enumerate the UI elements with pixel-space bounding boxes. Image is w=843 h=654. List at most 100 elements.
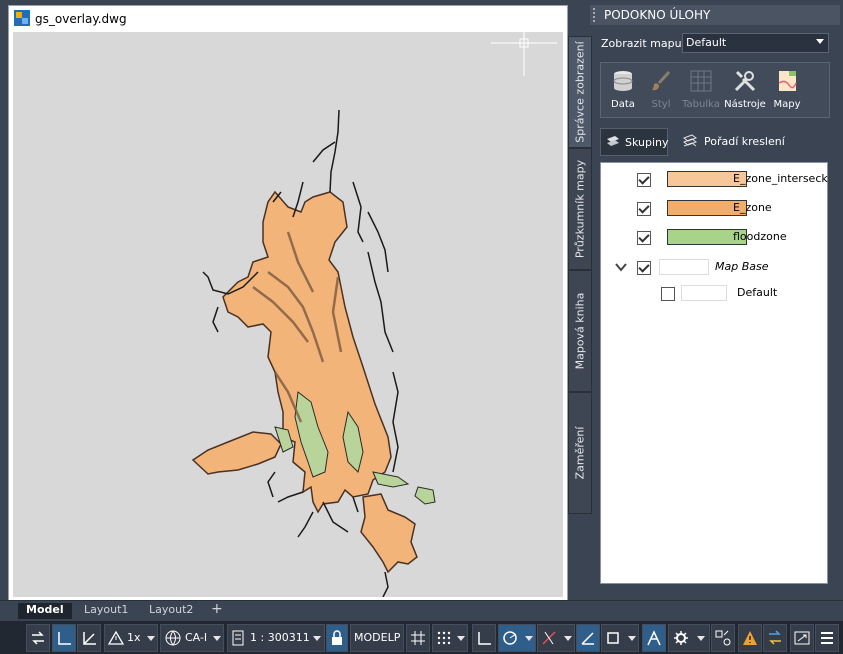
polar-button[interactable]: [498, 624, 536, 652]
crosshair-cursor: [491, 32, 557, 76]
task-pane-title: PODOKNO ÚLOHY: [604, 8, 711, 22]
snap-dots-icon: [437, 631, 451, 645]
osnap-icon: [607, 632, 619, 644]
layer-name: floodzone: [733, 230, 787, 243]
annotation-scale-value: 1x: [127, 631, 141, 644]
annotation-visibility-button[interactable]: [642, 624, 666, 652]
display-manager-toolbar: Data Styl Tabulka Nástroje Mapy: [600, 62, 830, 118]
map-scale-value: 1 : 300311: [250, 631, 310, 644]
map-select-value: Default: [686, 36, 727, 49]
object-snap-button[interactable]: [601, 624, 639, 652]
layer-row[interactable]: E_zone: [601, 196, 827, 220]
hamburger-menu-icon: [821, 632, 833, 644]
fullscreen-icon: [794, 631, 810, 645]
lock-icon: [332, 630, 342, 645]
map-scale-button[interactable]: 1 : 300311: [227, 624, 325, 652]
warning-icon: [108, 630, 124, 645]
annotation-scale-button[interactable]: 1x: [104, 624, 158, 652]
database-icon: [613, 71, 633, 91]
drawing-file-icon: [14, 10, 30, 26]
lock-button[interactable]: [326, 624, 348, 652]
ortho-button[interactable]: [472, 624, 496, 652]
layer-visibility-checkbox[interactable]: [637, 202, 651, 216]
drag-grip-icon[interactable]: [593, 8, 600, 22]
tools-button[interactable]: Nástroje: [724, 67, 766, 115]
maps-button[interactable]: Mapy: [767, 67, 807, 115]
ortho-mode-icon: [478, 632, 491, 645]
alert-button[interactable]: [738, 624, 762, 652]
isolate-objects-button[interactable]: [711, 624, 735, 652]
map-select[interactable]: Default: [682, 33, 829, 53]
style-button[interactable]: Styl: [641, 67, 681, 115]
draw-order-button[interactable]: Pořadí kreslení: [678, 128, 808, 154]
fullscreen-button[interactable]: [790, 624, 814, 652]
annotation-icon: [647, 630, 661, 646]
map-icon: [778, 71, 797, 91]
tools-icon: [734, 70, 756, 92]
model-space-button[interactable]: MODELP: [350, 624, 404, 652]
object-snap-tracking-button[interactable]: [576, 624, 600, 652]
task-pane: PODOKNO ÚLOHY Správce zobrazení Průzkumn…: [568, 0, 843, 600]
ucs-button[interactable]: [77, 624, 101, 652]
customize-menu-button[interactable]: [815, 624, 839, 652]
tools-label: Nástroje: [724, 99, 766, 110]
chevron-down-icon: [564, 636, 572, 641]
swap-arrows-icon: [32, 631, 44, 645]
layer-swatch: [659, 259, 709, 275]
workspace-button[interactable]: [668, 624, 710, 652]
drawing-toggle-button[interactable]: [26, 624, 50, 652]
chevron-down-icon: [313, 636, 321, 641]
table-icon: [690, 70, 712, 92]
layer-visibility-checkbox[interactable]: [637, 261, 651, 275]
grid-button[interactable]: [406, 624, 430, 652]
draw-order-icon: [682, 134, 698, 147]
chevron-down-icon: [697, 636, 705, 641]
task-pane-header[interactable]: PODOKNO ÚLOHY: [590, 5, 840, 25]
layer-row[interactable]: E_zone_interseck: [601, 167, 828, 191]
tab-layout2[interactable]: Layout2: [149, 603, 193, 619]
tab-layout1[interactable]: Layout1: [84, 603, 128, 619]
tab-display-manager[interactable]: Správce zobrazení: [568, 36, 592, 148]
map-canvas[interactable]: [13, 32, 563, 597]
grid-snap-button[interactable]: [52, 624, 76, 652]
sync-icon: [769, 630, 781, 645]
coord-system-button[interactable]: CA-I: [160, 624, 224, 652]
coord-system-value: CA-I: [185, 631, 208, 644]
snap-button[interactable]: [432, 624, 468, 652]
sync-button[interactable]: [763, 624, 787, 652]
add-layout-icon[interactable]: +: [211, 601, 223, 617]
layer-visibility-checkbox[interactable]: [661, 287, 675, 301]
polar-icon: [503, 631, 517, 645]
layer-name: Default: [737, 286, 778, 299]
tab-label: Zaměření: [573, 426, 587, 480]
alert-icon: [743, 631, 757, 645]
tab-survey[interactable]: Zaměření: [568, 392, 592, 514]
layer-visibility-checkbox[interactable]: [637, 173, 651, 187]
chevron-down-icon: [816, 39, 824, 44]
table-button[interactable]: Tabulka: [681, 67, 721, 115]
layer-row[interactable]: Default: [601, 281, 827, 305]
isolate-icon: [715, 630, 731, 646]
tracking-icon: [581, 632, 594, 645]
grid-icon: [411, 631, 425, 645]
scale-icon: [232, 630, 244, 646]
layer-group-row[interactable]: Map Base: [601, 255, 827, 279]
layer-swatch: [681, 285, 727, 301]
isodraft-button[interactable]: [537, 624, 575, 652]
tab-model[interactable]: Model: [18, 603, 72, 619]
drawing-tab[interactable]: gs_overlay.dwg: [9, 6, 567, 32]
brush-icon: [652, 70, 671, 91]
groups-button[interactable]: Skupiny: [600, 128, 669, 156]
chevron-down-icon[interactable]: [615, 262, 627, 272]
draw-order-label: Pořadí kreslení: [704, 135, 785, 148]
groups-icon: [607, 136, 619, 146]
ortho-icon: [58, 632, 71, 645]
layer-row[interactable]: floodzone: [601, 225, 827, 249]
layer-name: E_zone_interseck: [733, 172, 828, 185]
isodraft-icon: [542, 631, 556, 645]
tab-map-book[interactable]: Mapová kniha: [568, 270, 592, 392]
ucs-icon: [83, 632, 96, 645]
layer-visibility-checkbox[interactable]: [637, 231, 651, 245]
tab-label: Mapová kniha: [573, 292, 587, 370]
tab-map-explorer[interactable]: Průzkumník mapy: [568, 148, 592, 270]
